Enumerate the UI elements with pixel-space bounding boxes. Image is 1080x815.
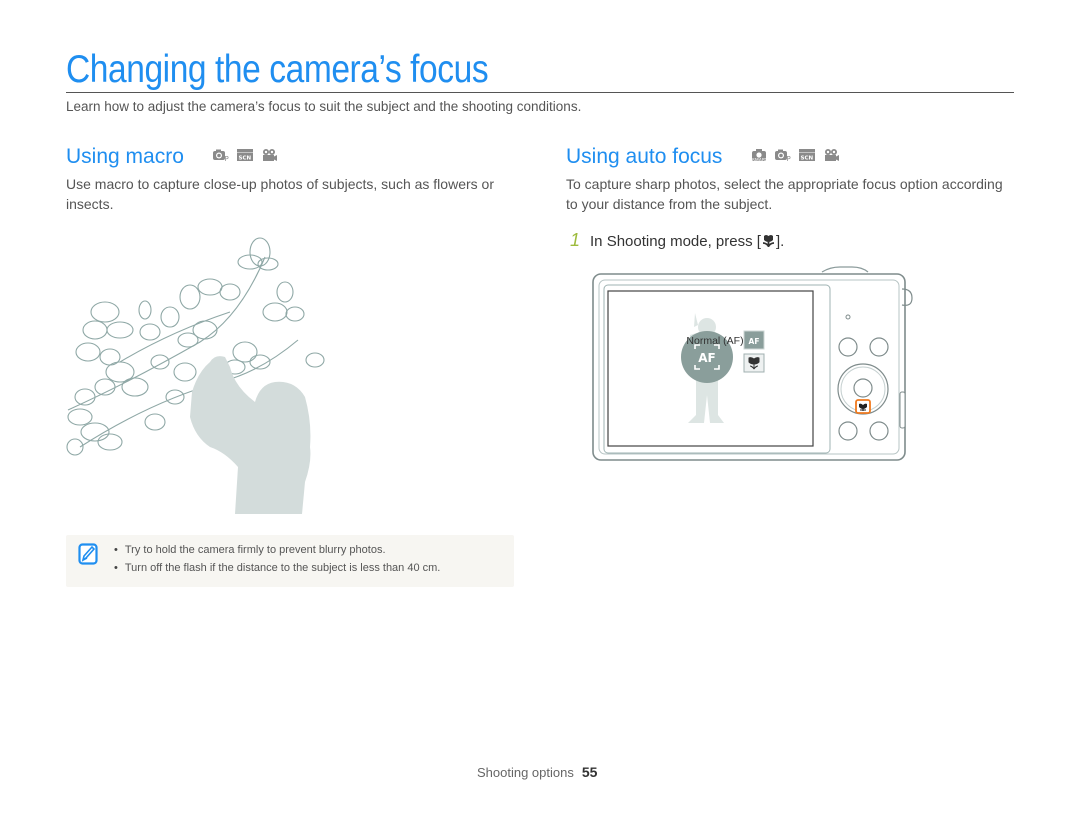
ok-button: [853, 378, 873, 398]
note-item: Turn off the flash if the distance to th…: [114, 559, 441, 577]
button-top-right: [869, 337, 889, 357]
magnolia-illustration: [66, 237, 325, 514]
program-mode-icon: P: [212, 149, 228, 162]
macro-mode-icons: P SCN: [212, 148, 278, 162]
auto-focus-mode-icons: SMART P SCN: [750, 148, 840, 162]
macro-description: Use macro to capture close-up photos of …: [66, 176, 494, 212]
auto-focus-description: To capture sharp photos, select the appr…: [566, 176, 1003, 212]
step-text-after: ].: [775, 233, 785, 250]
af-large-label: AF: [698, 351, 715, 365]
macro-heading-text: Using macro: [66, 145, 184, 168]
svg-text:P: P: [787, 155, 791, 162]
svg-text:SCN: SCN: [238, 156, 251, 162]
step-1: 1 In Shooting mode, press [ ].: [570, 230, 784, 251]
scene-mode-icon: SCN: [236, 149, 253, 162]
movie-mode-icon: [262, 149, 277, 162]
footer-section: Shooting options: [477, 765, 574, 780]
woman-silhouette: [190, 356, 311, 514]
note-box: Try to hold the camera firmly to prevent…: [66, 535, 514, 587]
intro-text: Learn how to adjust the camera’s focus t…: [66, 99, 582, 114]
page-footer: Shooting options 55: [477, 764, 597, 780]
note-item: Try to hold the camera firmly to prevent…: [114, 541, 440, 559]
program-mode-icon: P: [775, 149, 791, 162]
auto-focus-heading-text: Using auto focus: [566, 145, 723, 168]
step-text-before: In Shooting mode, press [: [590, 233, 761, 250]
page-number: 55: [581, 764, 598, 780]
button-bottom-left: [838, 421, 858, 441]
note-pencil-icon: [78, 543, 98, 565]
note-list: Try to hold the camera firmly to prevent…: [114, 541, 441, 577]
macro-heading: Using macro P SCN: [66, 144, 278, 170]
title-divider: [66, 92, 1014, 93]
page-title: Changing the camera’s focus: [66, 48, 489, 91]
auto-focus-heading: Using auto focus SMART P SCN: [566, 144, 840, 170]
button-bottom-right: [869, 421, 889, 441]
button-top-left: [838, 337, 858, 357]
smart-auto-mode-icon: SMART: [752, 149, 768, 163]
svg-text:AF: AF: [749, 337, 760, 346]
svg-text:P: P: [224, 155, 228, 162]
movie-mode-icon: [825, 149, 840, 162]
step-number: 1: [570, 230, 581, 250]
camera-back-illustration: AF Normal (AF) AF: [592, 266, 913, 461]
svg-text:SCN: SCN: [801, 156, 814, 162]
svg-text:SMART: SMART: [752, 158, 768, 163]
scene-mode-icon: SCN: [799, 149, 816, 162]
focus-option-label: Normal (AF): [686, 335, 743, 347]
macro-flower-icon: [762, 235, 775, 247]
